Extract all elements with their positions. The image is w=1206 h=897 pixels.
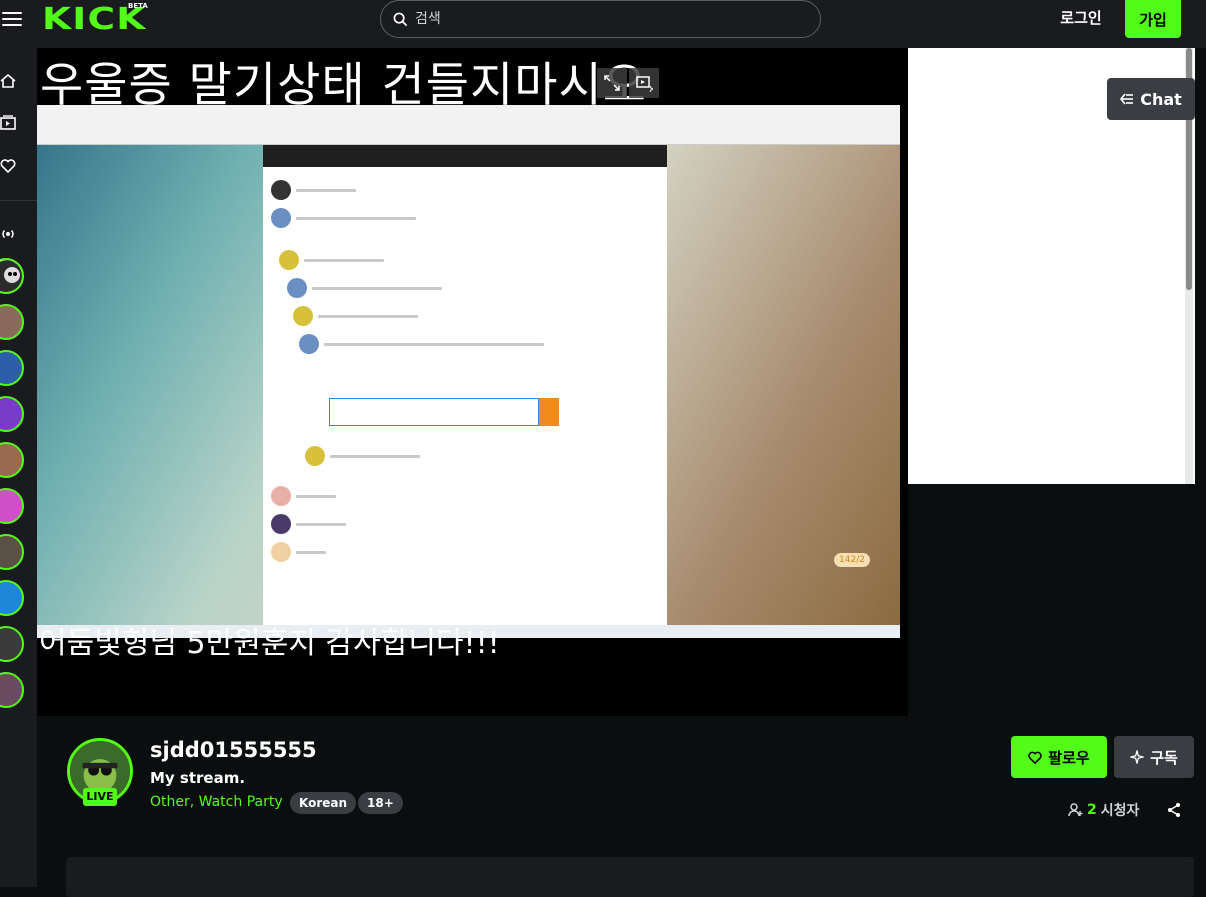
video-player[interactable]: 142/2 우울증 말기상태 건들지마시오 어둠빛형님 5만원훈지 감사합니다!… (37, 48, 908, 716)
menu-icon[interactable] (2, 9, 22, 29)
channel-username[interactable]: sjdd01555555 (150, 738, 317, 762)
captured-counter-badge: 142/2 (834, 553, 870, 567)
search-bar[interactable] (380, 0, 821, 38)
captured-web-page (263, 145, 667, 633)
live-badge: LIVE (83, 788, 117, 806)
subscribe-label: 구독 (1150, 748, 1178, 767)
signup-button[interactable]: 가입 (1125, 0, 1181, 38)
top-navigation: KICK BETA 로그인 가입 (0, 0, 1206, 48)
channel-about-panel (66, 857, 1194, 897)
sidebar-divider (0, 200, 37, 201)
browse-icon[interactable] (0, 115, 16, 131)
followed-channel-avatar[interactable] (0, 626, 24, 662)
search-icon (393, 12, 408, 26)
stream-bottom-caption: 어둠빛형님 5만원훈지 감사합니다!!! (39, 626, 500, 661)
viewer-number: 2 (1087, 802, 1097, 818)
captured-reply-box (329, 398, 539, 426)
followed-channel-avatar[interactable] (0, 672, 24, 708)
heart-icon (1028, 751, 1042, 764)
chat-toggle-button[interactable]: Chat (1107, 78, 1195, 120)
followed-channel-avatar[interactable] (0, 304, 24, 340)
following-heart-icon[interactable] (0, 158, 16, 174)
share-icon[interactable] (1166, 802, 1182, 818)
viewer-count: 2 시청자 (1068, 800, 1139, 820)
stream-screen-content: 142/2 (37, 105, 900, 638)
followed-channel-avatar[interactable] (0, 350, 24, 386)
stream-top-caption: 우울증 말기상태 건들지마시오 (40, 58, 647, 113)
followed-channel-avatar[interactable] (0, 580, 24, 616)
login-button[interactable]: 로그인 (1046, 0, 1116, 34)
follow-label: 팔로우 (1048, 748, 1090, 767)
followed-channel-avatar[interactable] (0, 534, 24, 570)
follow-button[interactable]: 팔로우 (1011, 736, 1107, 778)
followed-channel-avatar[interactable] (0, 396, 24, 432)
sparkle-icon (1130, 750, 1145, 764)
subscribe-button[interactable]: 구독 (1114, 736, 1194, 778)
clip-icon[interactable] (629, 68, 659, 98)
chat-button-label: Chat (1140, 89, 1182, 109)
stream-category[interactable]: Other, Watch Party (150, 794, 283, 810)
live-broadcast-icon (2, 229, 14, 239)
collapse-arrow-icon (1120, 93, 1134, 105)
viewers-icon (1068, 803, 1083, 817)
home-icon[interactable] (0, 73, 16, 89)
beta-badge: BETA (128, 2, 148, 10)
stream-title: My stream. (150, 769, 246, 787)
tag-mature[interactable]: 18+ (358, 792, 403, 814)
left-sidebar (0, 48, 37, 887)
viewer-label: 시청자 (1100, 803, 1140, 819)
picture-in-picture-icon[interactable] (597, 68, 627, 98)
channel-info: LIVE sjdd01555555 My stream. Other, Watc… (37, 716, 1206, 897)
captured-send-button (539, 398, 559, 426)
search-input[interactable] (415, 11, 795, 27)
tag-language[interactable]: Korean (290, 792, 357, 814)
followed-channel-avatar[interactable] (0, 442, 24, 478)
followed-channel-avatar[interactable] (0, 258, 24, 294)
captured-site-nav (263, 145, 667, 167)
followed-channel-avatar[interactable] (0, 488, 24, 524)
